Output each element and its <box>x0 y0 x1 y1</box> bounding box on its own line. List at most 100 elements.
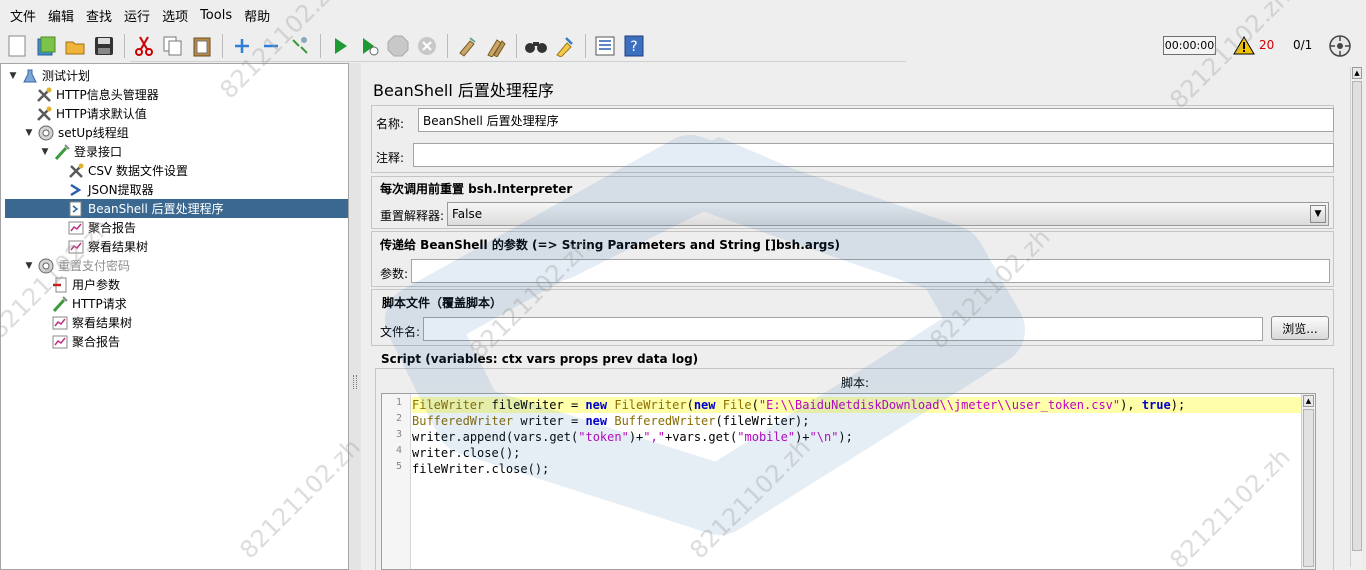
test-plan-icon <box>21 67 39 85</box>
expand-toggle-icon[interactable]: ▼ <box>23 127 35 139</box>
line-number: 2 <box>395 413 402 424</box>
code-line[interactable]: writer.append(vars.get("token")+","+vars… <box>412 429 853 445</box>
tree-node[interactable]: ▼ setUp线程组 <box>23 123 129 142</box>
toggle-icon[interactable] <box>287 34 312 59</box>
templates-icon[interactable] <box>33 34 58 59</box>
tree-node[interactable]: 察看结果树 <box>51 313 132 332</box>
code-line[interactable]: FileWriter fileWriter = new FileWriter(n… <box>412 397 1314 413</box>
tree-node[interactable]: ▼ 重置支付密码 <box>23 256 130 275</box>
script-file-section-title: 脚本文件（覆盖脚本） <box>382 296 503 310</box>
open-icon[interactable] <box>62 34 87 59</box>
tree-node[interactable]: HTTP请求默认值 <box>35 104 147 123</box>
tree-node[interactable]: 察看结果树 <box>67 237 148 256</box>
code-line[interactable]: BufferedWriter writer = new BufferedWrit… <box>412 413 809 429</box>
tree-node[interactable]: BeanShell 后置处理程序 <box>5 199 348 218</box>
tree-node-label: BeanShell 后置处理程序 <box>88 202 224 216</box>
menu-search[interactable]: 查找 <box>80 6 118 25</box>
tree-node-label: HTTP请求默认值 <box>56 107 147 121</box>
tree-node[interactable]: ▼ 登录接口 <box>39 142 122 161</box>
tree-node-label: 登录接口 <box>74 145 123 159</box>
tree-node[interactable]: 聚合报告 <box>67 218 136 237</box>
panel-scrollbar[interactable]: ▲ <box>1350 67 1362 567</box>
toolbar: ? <box>0 30 1366 62</box>
expand-toggle-icon[interactable]: ▼ <box>23 260 35 272</box>
scroll-up-icon[interactable]: ▲ <box>1303 395 1314 407</box>
tree-node[interactable]: JSON提取器 <box>67 180 154 199</box>
test-plan-tree[interactable]: ▼ 测试计划 HTTP信息头管理器 HTTP请求默认值 ▼ setUp线程组 ▼ 登录接口 CS… <box>0 63 349 570</box>
name-field[interactable]: BeanShell 后置处理程序 <box>418 108 1334 132</box>
editor-scrollbar[interactable]: ▲ <box>1301 394 1315 569</box>
code-line[interactable]: writer.close(); <box>412 445 520 461</box>
expand-toggle-icon[interactable]: ▼ <box>39 146 51 158</box>
reset-label: 重置解释器: <box>380 209 445 223</box>
reset-search-icon[interactable] <box>552 34 577 59</box>
script-file-section: 脚本文件（覆盖脚本） 文件名: 浏览... <box>371 289 1334 346</box>
line-number-gutter: 1 2 3 4 5 <box>382 394 411 569</box>
tree-node[interactable]: HTTP信息头管理器 <box>35 85 159 104</box>
save-icon[interactable] <box>91 34 116 59</box>
help-icon[interactable]: ? <box>621 34 646 59</box>
menu-edit[interactable]: 编辑 <box>42 6 80 25</box>
paste-icon[interactable] <box>189 34 214 59</box>
filename-field[interactable] <box>423 317 1263 341</box>
start-no-pause-icon[interactable] <box>356 34 381 59</box>
shutdown-icon[interactable] <box>414 34 439 59</box>
code-line[interactable]: fileWriter.close(); <box>412 461 549 477</box>
listener-icon <box>51 314 69 332</box>
menu-run[interactable]: 运行 <box>118 6 156 25</box>
tree-node-label: 测试计划 <box>42 69 91 83</box>
preprocessor-icon <box>51 276 69 294</box>
cut-icon[interactable] <box>131 34 156 59</box>
remote-engine-icon[interactable] <box>1328 34 1352 58</box>
browse-button[interactable]: 浏览... <box>1271 316 1329 340</box>
config-icon <box>35 86 53 104</box>
tree-node[interactable]: CSV 数据文件设置 <box>67 161 188 180</box>
active-threads: 0/1 <box>1293 38 1313 52</box>
menu-options[interactable]: 选项 <box>156 6 194 25</box>
tree-node[interactable]: 用户参数 <box>51 275 120 294</box>
collapse-icon[interactable] <box>258 34 283 59</box>
chevron-down-icon[interactable]: ▼ <box>1310 205 1326 223</box>
clear-icon[interactable] <box>454 34 479 59</box>
tree-node[interactable]: ▼ 测试计划 <box>7 66 90 85</box>
menu-help[interactable]: 帮助 <box>238 6 276 25</box>
warning-icon[interactable] <box>1233 36 1255 55</box>
scroll-up-icon[interactable]: ▲ <box>1352 67 1362 79</box>
tree-node[interactable]: 聚合报告 <box>51 332 120 351</box>
editor-scroll-thumb[interactable] <box>1303 409 1314 567</box>
tree-node[interactable]: HTTP请求 <box>51 294 127 313</box>
line-number: 3 <box>395 429 402 440</box>
name-comment-box: 名称: BeanShell 后置处理程序 注释: <box>371 105 1334 173</box>
parameters-field[interactable] <box>411 259 1330 283</box>
splitter-grip[interactable] <box>353 375 357 389</box>
filename-label: 文件名: <box>380 325 421 339</box>
start-icon[interactable] <box>327 34 352 59</box>
function-helper-icon[interactable] <box>592 34 617 59</box>
name-label: 名称: <box>376 117 405 131</box>
clear-all-icon[interactable] <box>483 34 508 59</box>
script-editor[interactable]: 1 2 3 4 5 FileWriter fileWriter = new Fi… <box>381 393 1316 570</box>
panel-scroll-thumb[interactable] <box>1352 81 1362 551</box>
search-icon[interactable] <box>523 34 548 59</box>
reset-section-title: 每次调用前重置 bsh.Interpreter <box>380 182 573 196</box>
expand-icon[interactable] <box>229 34 254 59</box>
menu-file[interactable]: 文件 <box>4 6 42 25</box>
toolbar-separator <box>447 34 448 58</box>
split-pane-divider[interactable] <box>349 63 361 570</box>
sampler-icon <box>51 295 69 313</box>
stop-icon[interactable] <box>385 34 410 59</box>
warning-count: 20 <box>1259 38 1275 52</box>
reset-interpreter-select[interactable]: False ▼ <box>447 202 1329 226</box>
config-icon <box>35 105 53 123</box>
menu-tools[interactable]: Tools <box>194 8 238 23</box>
line-number: 4 <box>395 445 402 456</box>
listener-icon <box>67 219 85 237</box>
copy-icon[interactable] <box>160 34 185 59</box>
expand-toggle-icon[interactable]: ▼ <box>7 70 19 82</box>
comment-field[interactable] <box>413 143 1334 167</box>
elapsed-time: 00:00:00 <box>1163 36 1216 55</box>
parameters-section: 传递给 BeanShell 的参数 (=> String Parameters … <box>371 231 1334 287</box>
sampler-icon <box>53 143 71 161</box>
menu-bar: 文件 编辑 查找 运行 选项 Tools 帮助 <box>0 0 1366 30</box>
new-icon[interactable] <box>4 34 29 59</box>
